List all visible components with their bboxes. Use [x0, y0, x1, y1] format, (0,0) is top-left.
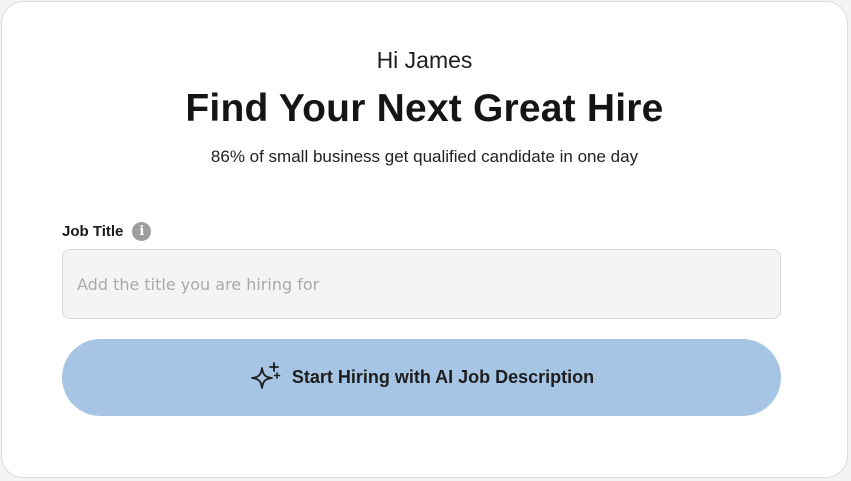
info-icon[interactable]: i	[132, 221, 152, 241]
start-hiring-button[interactable]: Start Hiring with AI Job Description	[62, 339, 781, 416]
job-title-input[interactable]	[62, 249, 781, 319]
start-hiring-label: Start Hiring with AI Job Description	[291, 367, 595, 387]
job-title-label-row: Job Title i	[62, 220, 152, 242]
greeting-text: Hi James	[376, 47, 473, 73]
hiring-card: Hi James Find Your Next Great Hire 86% o…	[1, 1, 848, 478]
subtitle-text: 86% of small business get qualified cand…	[210, 147, 639, 166]
sparkle-icon	[250, 361, 281, 389]
job-title-label: Job Title	[62, 222, 124, 240]
page-title: Find Your Next Great Hire	[185, 87, 664, 130]
